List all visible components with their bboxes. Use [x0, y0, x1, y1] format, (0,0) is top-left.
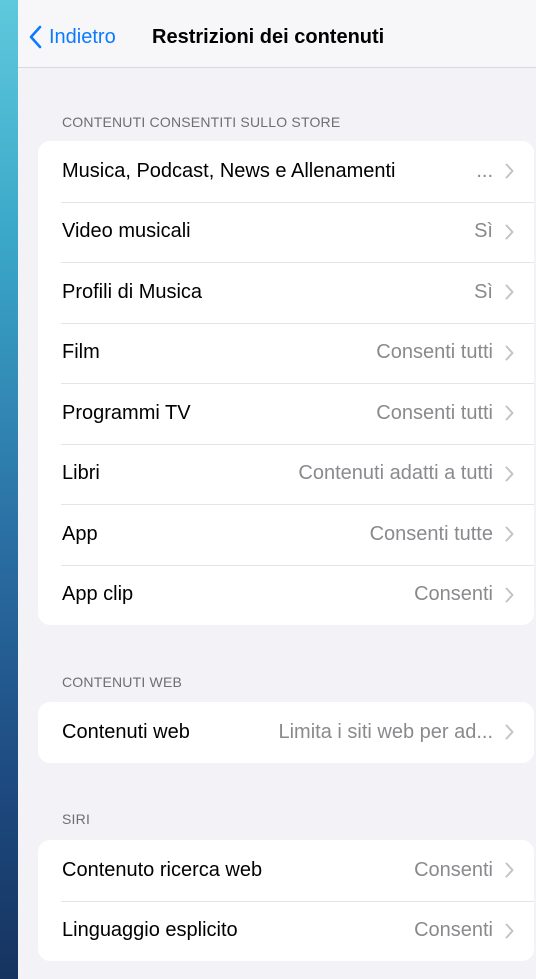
chevron-left-icon: [28, 25, 42, 49]
row-value: Limita i siti web per ad...: [278, 720, 493, 743]
row-label: Contenuto ricerca web: [62, 858, 263, 881]
store-settings-group: Musica, Podcast, News e Allenamenti ... …: [38, 141, 534, 625]
row-label: Profili di Musica: [62, 280, 203, 303]
chevron-right-icon: [505, 923, 514, 939]
row-books[interactable]: Libri Contenuti adatti a tutti: [38, 443, 534, 505]
row-value: Consenti: [414, 583, 493, 606]
row-explicit-language[interactable]: Linguaggio esplicito Consenti: [38, 900, 534, 962]
row-value: Sì: [474, 280, 493, 303]
row-value: ...: [476, 159, 493, 182]
row-tv-shows[interactable]: Programmi TV Consenti tutti: [38, 383, 534, 444]
row-label: App: [62, 522, 98, 545]
chevron-right-icon: [505, 862, 514, 878]
row-music-podcast-news[interactable]: Musica, Podcast, News e Allenamenti ...: [38, 141, 534, 202]
chevron-right-icon: [505, 724, 514, 740]
row-value: Consenti tutti: [376, 341, 493, 364]
back-label: Indietro: [49, 25, 116, 48]
row-apps[interactable]: App Consenti tutte: [38, 504, 534, 565]
page-title: Restrizioni dei contenuti: [152, 26, 385, 48]
settings-panel: Indietro Restrizioni dei contenuti CONTE…: [18, 0, 536, 979]
row-label: Video musicali: [62, 220, 191, 243]
row-value: Contenuti adatti a tutti: [298, 462, 493, 485]
web-settings-group: Contenuti web Limita i siti web per ad..…: [38, 702, 534, 763]
chevron-right-icon: [505, 405, 514, 421]
row-music-profiles[interactable]: Profili di Musica Sì: [38, 262, 534, 323]
row-label: Programmi TV: [62, 401, 191, 424]
row-value: Sì: [474, 220, 493, 243]
chevron-right-icon: [505, 224, 514, 240]
row-movies[interactable]: Film Consenti tutti: [38, 322, 534, 384]
section-header-web: CONTENUTI WEB: [62, 674, 183, 690]
section-header-siri: SIRI: [62, 811, 91, 827]
back-button[interactable]: Indietro: [28, 22, 116, 52]
row-web-content[interactable]: Contenuti web Limita i siti web per ad..…: [38, 702, 534, 763]
row-app-clips[interactable]: App clip Consenti: [38, 564, 534, 626]
row-value: Consenti: [414, 858, 493, 881]
row-label: Musica, Podcast, News e Allenamenti: [62, 159, 396, 182]
siri-settings-group: Contenuto ricerca web Consenti Linguaggi…: [38, 840, 534, 961]
row-value: Consenti: [414, 919, 493, 942]
row-label: Contenuti web: [62, 720, 190, 743]
chevron-right-icon: [505, 466, 514, 482]
row-web-search-content[interactable]: Contenuto ricerca web Consenti: [38, 840, 534, 901]
chevron-right-icon: [505, 345, 514, 361]
row-music-videos[interactable]: Video musicali Sì: [38, 201, 534, 263]
chevron-right-icon: [505, 163, 514, 179]
chevron-right-icon: [505, 587, 514, 603]
section-header-store: CONTENUTI CONSENTITI SULLO STORE: [62, 114, 341, 130]
row-value: Consenti tutti: [376, 401, 493, 424]
row-label: Libri: [62, 462, 100, 485]
row-label: App clip: [62, 583, 134, 606]
row-label: Linguaggio esplicito: [62, 919, 238, 942]
row-label: Film: [62, 341, 100, 364]
chevron-right-icon: [505, 284, 514, 300]
navigation-bar: Indietro Restrizioni dei contenuti: [18, 0, 536, 68]
chevron-right-icon: [505, 526, 514, 542]
row-value: Consenti tutte: [369, 522, 493, 545]
